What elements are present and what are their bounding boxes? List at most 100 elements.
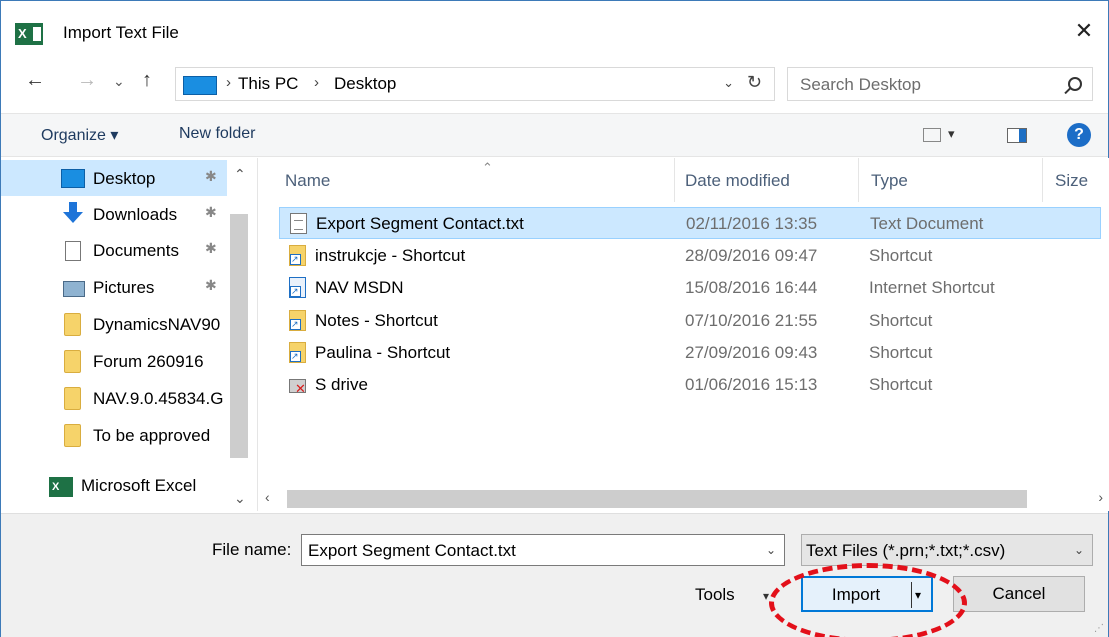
file-row[interactable]: Notes - Shortcut 07/10/2016 21:55 Shortc…: [279, 305, 1101, 337]
download-icon: [63, 202, 83, 224]
resize-grip-icon[interactable]: ⋰: [1094, 623, 1104, 634]
breadcrumb-desktop[interactable]: Desktop: [334, 74, 396, 94]
view-options-icon[interactable]: [923, 128, 941, 142]
folder-shortcut-icon: [289, 310, 306, 331]
title-bar: X Import Text File ✕: [1, 1, 1108, 57]
search-icon[interactable]: [1068, 77, 1082, 91]
address-dropdown-icon[interactable]: ⌄: [723, 75, 734, 91]
sidebar-item-pictures[interactable]: Pictures ✱: [1, 269, 227, 305]
close-button[interactable]: ✕: [1070, 17, 1098, 45]
up-folder-button[interactable]: ↑: [142, 69, 152, 92]
sidebar-item-dynamicsnav90[interactable]: DynamicsNAV90: [1, 306, 227, 342]
view-dropdown-icon[interactable]: ▾: [948, 126, 955, 142]
pin-icon[interactable]: ✱: [205, 240, 217, 257]
breadcrumb-this-pc[interactable]: This PC: [238, 74, 298, 94]
import-button-label: Import: [831, 585, 881, 604]
recent-locations-button[interactable]: ⌄: [113, 73, 125, 90]
file-type: Shortcut: [869, 375, 933, 394]
scrollbar-thumb[interactable]: [230, 214, 248, 458]
address-bar[interactable]: › This PC › Desktop ⌄ ↻: [175, 67, 775, 101]
file-type-filter[interactable]: Text Files (*.prn;*.txt;*.csv) ⌄: [801, 534, 1093, 566]
file-name-field[interactable]: Export Segment Contact.txt ⌄: [301, 534, 785, 566]
file-row[interactable]: instrukcje - Shortcut 28/09/2016 09:47 S…: [279, 240, 1101, 272]
cancel-button[interactable]: Cancel: [953, 576, 1085, 612]
column-header-name[interactable]: Name ⌃: [279, 158, 675, 202]
file-name: Notes - Shortcut: [315, 311, 438, 330]
file-name: instrukcje - Shortcut: [315, 246, 466, 265]
scroll-right-icon[interactable]: ›: [1098, 489, 1103, 505]
forward-button[interactable]: →: [77, 69, 97, 92]
sort-ascending-icon: ⌃: [482, 160, 493, 175]
import-button[interactable]: Import ▾: [801, 576, 933, 612]
horizontal-scrollbar[interactable]: ‹ ›: [259, 487, 1109, 511]
back-button[interactable]: ←: [25, 69, 45, 92]
sidebar-item-forum[interactable]: Forum 260916: [1, 343, 227, 379]
chevron-down-icon[interactable]: ⌄: [1074, 543, 1084, 557]
file-list: Name ⌃ Date modified Type Size Export Se…: [259, 158, 1109, 511]
breadcrumb-separator: ›: [314, 74, 319, 91]
file-type: Shortcut: [869, 311, 933, 330]
file-row[interactable]: S drive 01/06/2016 15:13 Shortcut: [279, 369, 1101, 401]
file-row[interactable]: NAV MSDN 15/08/2016 16:44 Internet Short…: [279, 272, 1101, 304]
sidebar-item-microsoft-excel[interactable]: X Microsoft Excel: [1, 467, 227, 503]
internet-shortcut-icon: [289, 277, 306, 298]
navigation-pane: Desktop ✱ Downloads ✱ Documents ✱ Pictur…: [1, 158, 258, 511]
sidebar-item-label: DynamicsNAV90: [93, 315, 221, 334]
search-box[interactable]: Search Desktop: [787, 67, 1093, 101]
preview-pane-icon[interactable]: [1007, 128, 1027, 143]
excel-app-icon: X: [15, 23, 43, 45]
column-header-date[interactable]: Date modified: [675, 158, 859, 202]
folder-icon: [64, 350, 81, 373]
scrollbar-thumb[interactable]: [287, 490, 1027, 508]
refresh-icon[interactable]: ↻: [747, 72, 762, 93]
sidebar-item-to-be-approved[interactable]: To be approved: [1, 417, 227, 453]
file-date: 28/09/2016 09:47: [685, 246, 818, 265]
sidebar-item-nav-build[interactable]: NAV.9.0.45834.G: [1, 380, 227, 416]
folder-shortcut-icon: [289, 245, 306, 266]
file-name-value[interactable]: Export Segment Contact.txt: [308, 541, 516, 561]
document-icon: [65, 241, 81, 261]
sidebar-item-documents[interactable]: Documents ✱: [1, 232, 227, 268]
folder-icon: [64, 313, 81, 336]
folder-icon: [64, 424, 81, 447]
sidebar-item-downloads[interactable]: Downloads ✱: [1, 196, 227, 232]
new-folder-button[interactable]: New folder: [179, 125, 255, 143]
file-type: Shortcut: [869, 343, 933, 362]
file-name-label: File name:: [212, 540, 292, 559]
help-icon[interactable]: ?: [1067, 123, 1091, 147]
import-dropdown-icon[interactable]: ▾: [915, 578, 921, 612]
window-title: Import Text File: [63, 23, 179, 42]
file-name: Paulina - Shortcut: [315, 343, 451, 362]
broken-drive-icon: [289, 379, 306, 395]
pin-icon[interactable]: ✱: [205, 168, 217, 185]
sidebar-scrollbar[interactable]: ⌃ ⌄: [227, 158, 251, 511]
breadcrumb-separator: ›: [226, 74, 231, 91]
file-type: Internet Shortcut: [869, 278, 995, 297]
scroll-left-icon[interactable]: ‹: [265, 489, 270, 505]
pin-icon[interactable]: ✱: [205, 204, 217, 221]
tools-dropdown-icon[interactable]: ▾: [763, 589, 769, 603]
column-header-type[interactable]: Type: [859, 158, 1043, 202]
scroll-down-icon[interactable]: ⌄: [234, 490, 246, 507]
folder-shortcut-icon: [289, 342, 306, 363]
file-row[interactable]: Paulina - Shortcut 27/09/2016 09:43 Shor…: [279, 337, 1101, 369]
scroll-up-icon[interactable]: ⌃: [234, 166, 246, 183]
desktop-icon: [61, 169, 85, 188]
sidebar-item-label: Forum 260916: [93, 352, 204, 371]
organize-button[interactable]: Organize ▾: [41, 125, 118, 145]
sidebar-item-label: To be approved: [93, 426, 211, 445]
command-toolbar: Organize ▾ New folder ▾ ?: [1, 113, 1108, 157]
chevron-down-icon[interactable]: ⌄: [766, 543, 776, 557]
file-date: 01/06/2016 15:13: [685, 375, 818, 394]
file-date: 15/08/2016 16:44: [685, 278, 818, 297]
sidebar-item-desktop[interactable]: Desktop ✱: [1, 160, 227, 196]
tools-button[interactable]: Tools: [695, 585, 735, 605]
pin-icon[interactable]: ✱: [205, 277, 217, 294]
file-row[interactable]: Export Segment Contact.txt 02/11/2016 13…: [279, 207, 1101, 239]
sidebar-item-label: Microsoft Excel: [81, 476, 197, 495]
file-name: NAV MSDN: [315, 278, 404, 297]
column-header-size[interactable]: Size: [1043, 158, 1109, 202]
file-type: Text Document: [870, 214, 984, 233]
search-input[interactable]: Search Desktop: [800, 75, 921, 95]
text-file-icon: [290, 213, 307, 234]
